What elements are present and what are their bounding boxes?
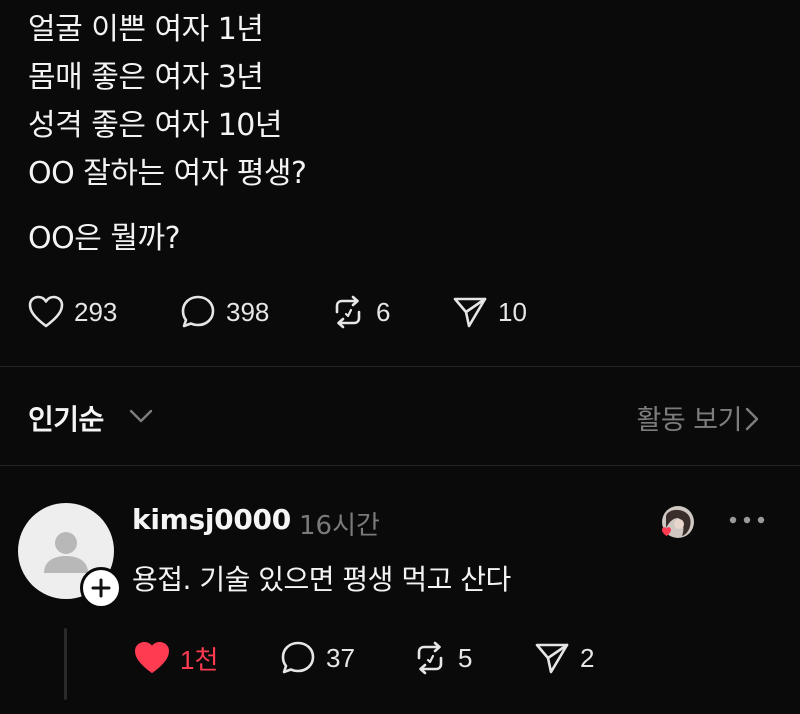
post-comment-count: 398 (226, 296, 270, 327)
author-liked-avatar (652, 502, 696, 546)
chevron-down-icon[interactable] (128, 408, 154, 424)
post-line-4: OO 잘하는 여자 평생? (28, 156, 307, 191)
heart-filled-icon (135, 642, 169, 673)
more-options-icon[interactable] (727, 512, 767, 528)
post-line-3: 성격 좋은 여자 10년 (28, 108, 282, 143)
comment-bubble-icon (181, 295, 215, 328)
post-like-button[interactable]: 293 (26, 292, 117, 332)
sort-dropdown[interactable]: 인기순 (28, 398, 104, 438)
chevron-right-icon[interactable] (744, 406, 760, 432)
post-question: OO은 뭘까? (28, 221, 181, 256)
thread-line (64, 628, 67, 700)
comment-like-count: 1천 (180, 644, 219, 675)
post-share-button[interactable]: 10 (450, 292, 527, 332)
plus-icon (91, 578, 111, 598)
post-line-1: 얼굴 이쁜 여자 1년 (28, 12, 264, 47)
comment-username[interactable]: kimsj0000 (132, 503, 291, 536)
comment-reply-count: 37 (326, 642, 355, 673)
post-repost-button[interactable]: 6 (328, 292, 390, 332)
divider (0, 465, 800, 466)
comment-bubble-icon (281, 641, 315, 674)
comment-timestamp: 16시간 (299, 511, 380, 541)
comment-share-button[interactable]: 2 (532, 638, 594, 678)
comment-reply-button[interactable]: 37 (278, 638, 355, 678)
post-share-count: 10 (498, 296, 527, 327)
repost-icon (417, 641, 443, 675)
post-line-2: 몸매 좋은 여자 3년 (28, 60, 264, 95)
comment-repost-count: 5 (458, 642, 473, 673)
view-activity-link[interactable]: 활동 보기 (637, 398, 743, 437)
comment-repost-button[interactable]: 5 (410, 638, 472, 678)
divider (0, 366, 800, 367)
comment-text: 용접. 기술 있으면 평생 먹고 산다 (132, 563, 511, 596)
post-comment-button[interactable]: 398 (178, 292, 269, 332)
repost-icon (335, 295, 361, 329)
post-like-count: 293 (74, 296, 118, 327)
send-icon (535, 643, 569, 674)
replies-header: 인기순 활동 보기 (0, 380, 800, 450)
comment-share-count: 2 (580, 642, 595, 673)
send-icon (453, 297, 487, 328)
comment-like-button[interactable]: 1천 (132, 638, 218, 678)
post-repost-count: 6 (376, 296, 391, 327)
post-body: 얼굴 이쁜 여자 1년 몸매 좋은 여자 3년 성격 좋은 여자 10년 OO … (28, 6, 307, 198)
follow-add-button[interactable] (80, 567, 122, 609)
heart-icon (28, 295, 64, 328)
